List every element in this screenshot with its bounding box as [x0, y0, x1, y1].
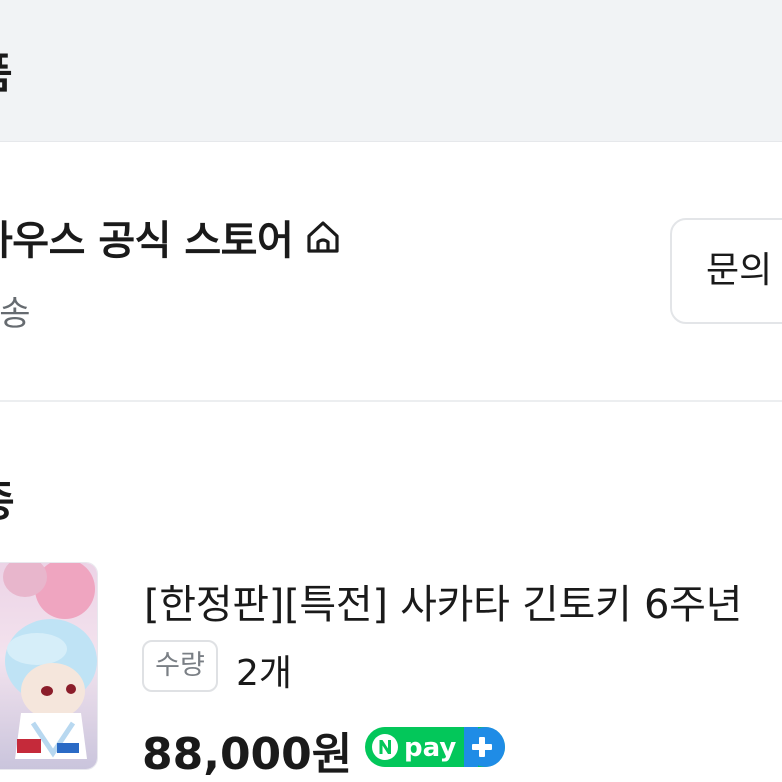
order-detail-page: 품 하우스 공식 스토어 배송 문의 종 [0, 0, 782, 782]
product-title[interactable]: [한정판][특전] 사카타 긴토키 6주년 [144, 572, 742, 630]
npay-plus-badge: pay [364, 726, 506, 768]
quantity-label: 수량 [142, 640, 218, 692]
store-name-link[interactable]: 하우스 공식 스토어 [0, 208, 343, 266]
svg-text:pay: pay [404, 733, 456, 763]
home-icon[interactable] [303, 217, 343, 257]
product-thumbnail[interactable] [0, 562, 98, 770]
top-header-band: 품 [0, 0, 782, 142]
delivery-info: 배송 [0, 294, 31, 334]
divider [0, 400, 782, 402]
section-title: 품 [0, 40, 13, 101]
store-name: 하우스 공식 스토어 [0, 218, 294, 264]
order-section-title: 종 [0, 468, 15, 529]
inquiry-button[interactable]: 문의 [670, 218, 782, 324]
product-price: 88,000원 [142, 729, 353, 780]
quantity-value: 2개 [236, 653, 293, 694]
